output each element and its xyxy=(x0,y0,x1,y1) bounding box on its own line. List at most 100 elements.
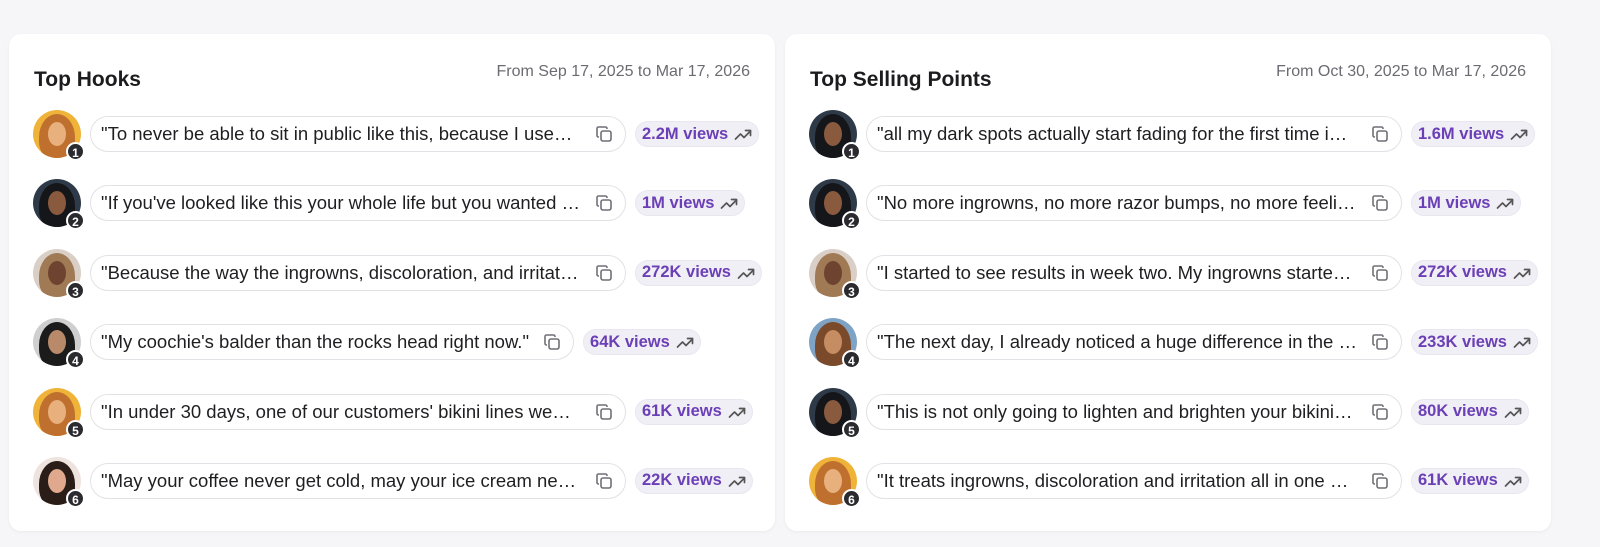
copy-icon[interactable] xyxy=(1369,470,1391,492)
views-count: 1M views xyxy=(642,193,715,212)
copy-icon[interactable] xyxy=(1369,192,1391,214)
copy-icon[interactable] xyxy=(593,123,615,145)
trending-up-icon xyxy=(737,266,755,280)
rank-badge: 3 xyxy=(66,280,85,300)
trending-up-icon xyxy=(1496,196,1514,210)
views-count: 272K views xyxy=(1418,263,1507,282)
quote-text: "In under 30 days, one of our customers'… xyxy=(101,400,581,422)
creator-avatar[interactable]: 5 xyxy=(33,387,85,439)
top-hooks-panel: Top Hooks From Sep 17, 2025 to Mar 17, 2… xyxy=(9,34,775,531)
copy-icon[interactable] xyxy=(593,470,615,492)
list-item: 5 "In under 30 days, one of our customers… xyxy=(33,387,753,439)
copy-icon[interactable] xyxy=(1369,331,1391,353)
copy-icon[interactable] xyxy=(593,262,615,284)
copy-icon[interactable] xyxy=(1369,123,1391,145)
copy-icon[interactable] xyxy=(541,331,563,353)
quote-text: "May your coffee never get cold, may you… xyxy=(101,469,581,491)
creator-avatar[interactable]: 4 xyxy=(33,318,85,370)
views-badge[interactable]: 272K views xyxy=(1411,259,1538,286)
copy-icon[interactable] xyxy=(593,192,615,214)
creator-avatar[interactable]: 2 xyxy=(809,179,861,231)
creator-avatar[interactable]: 3 xyxy=(33,248,85,300)
quote-pill: "all my dark spots actually start fading… xyxy=(866,116,1402,152)
views-badge[interactable]: 1.6M views xyxy=(1411,121,1536,147)
views-count: 2.2M views xyxy=(642,124,729,143)
list-item: 4 "The next day, I already noticed a huge… xyxy=(809,318,1538,370)
hooks-list: 1 "To never be able to sit in public like… xyxy=(33,110,762,526)
views-badge[interactable]: 64K views xyxy=(583,329,701,356)
views-badge[interactable]: 61K views xyxy=(1411,467,1529,494)
trending-up-icon xyxy=(720,196,738,210)
views-badge[interactable]: 233K views xyxy=(1411,329,1538,356)
quote-pill: "The next day, I already noticed a huge … xyxy=(866,324,1402,361)
quote-pill: "No more ingrowns, no more razor bumps, … xyxy=(866,185,1402,222)
views-badge[interactable]: 80K views xyxy=(1411,398,1529,425)
views-count: 80K views xyxy=(1418,402,1498,421)
quote-pill: "It treats ingrowns, discoloration and i… xyxy=(866,462,1402,499)
list-item: 3 "Because the way the ingrowns, discolor… xyxy=(33,248,762,300)
creator-avatar[interactable]: 2 xyxy=(33,179,85,231)
list-item: 5 "This is not only going to lighten and … xyxy=(809,387,1529,439)
trending-up-icon xyxy=(1510,127,1528,141)
creator-avatar[interactable]: 4 xyxy=(809,318,861,370)
views-count: 64K views xyxy=(590,332,670,351)
quote-text: "No more ingrowns, no more razor bumps, … xyxy=(877,192,1357,214)
list-item: 1 "To never be able to sit in public like… xyxy=(33,110,760,161)
quote-text: "To never be able to sit in public like … xyxy=(101,123,581,144)
views-count: 1M views xyxy=(1418,193,1491,212)
rank-badge: 3 xyxy=(842,280,861,300)
quote-text: "all my dark spots actually start fading… xyxy=(877,123,1357,144)
trending-up-icon xyxy=(1504,474,1522,488)
rank-badge: 1 xyxy=(66,142,85,161)
date-range: From Oct 30, 2025 to Mar 17, 2026 xyxy=(1276,63,1526,80)
creator-avatar[interactable]: 5 xyxy=(809,387,861,439)
creator-avatar[interactable]: 6 xyxy=(809,456,861,508)
date-range: From Sep 17, 2025 to Mar 17, 2026 xyxy=(496,63,750,80)
rank-badge: 4 xyxy=(842,350,861,370)
views-count: 233K views xyxy=(1418,332,1507,351)
list-item: 2 "If you've looked like this your whole … xyxy=(33,179,750,231)
list-item: 6 "May your coffee never get cold, may yo… xyxy=(33,456,753,508)
copy-icon[interactable] xyxy=(593,401,615,423)
views-badge[interactable]: 1M views xyxy=(635,190,746,217)
trending-up-icon xyxy=(734,127,752,141)
quote-text: "My coochie's balder than the rocks head… xyxy=(101,331,530,353)
views-badge[interactable]: 22K views xyxy=(635,467,753,494)
views-badge[interactable]: 1M views xyxy=(1411,190,1522,217)
rank-badge: 6 xyxy=(66,488,85,508)
trending-up-icon xyxy=(676,335,694,349)
list-item: 4 "My coochie's balder than the rocks hea… xyxy=(33,318,750,370)
rank-badge: 5 xyxy=(842,419,861,439)
trending-up-icon xyxy=(1513,335,1531,349)
views-badge[interactable]: 2.2M views xyxy=(635,121,760,147)
quote-text: "It treats ingrowns, discoloration and i… xyxy=(877,469,1357,491)
views-badge[interactable]: 61K views xyxy=(635,398,753,425)
trending-up-icon xyxy=(728,474,746,488)
quote-pill: "To never be able to sit in public like … xyxy=(90,116,626,152)
views-count: 61K views xyxy=(1418,471,1498,490)
quote-text: "Because the way the ingrowns, discolora… xyxy=(101,261,581,283)
rank-badge: 1 xyxy=(842,142,861,161)
copy-icon[interactable] xyxy=(1369,401,1391,423)
panel-title: Top Hooks xyxy=(34,68,141,91)
rank-badge: 2 xyxy=(842,211,861,231)
quote-pill: "If you've looked like this your whole l… xyxy=(90,185,626,222)
creator-avatar[interactable]: 1 xyxy=(33,110,85,161)
copy-icon[interactable] xyxy=(1369,262,1391,284)
rank-badge: 4 xyxy=(66,350,85,370)
creator-avatar[interactable]: 1 xyxy=(809,110,861,161)
panel-title: Top Selling Points xyxy=(810,68,992,91)
creator-avatar[interactable]: 6 xyxy=(33,456,85,508)
views-count: 1.6M views xyxy=(1418,124,1505,143)
views-count: 61K views xyxy=(642,402,722,421)
rank-badge: 2 xyxy=(66,211,85,231)
list-item: 2 "No more ingrowns, no more razor bumps,… xyxy=(809,179,1526,231)
selling-points-list: 1 "all my dark spots actually start fadin… xyxy=(809,110,1538,526)
trending-up-icon xyxy=(1504,405,1522,419)
creator-avatar[interactable]: 3 xyxy=(809,248,861,300)
quote-text: "I started to see results in week two. M… xyxy=(877,261,1357,283)
views-count: 22K views xyxy=(642,471,722,490)
views-badge[interactable]: 272K views xyxy=(635,259,762,286)
trending-up-icon xyxy=(1513,266,1531,280)
quote-pill: "Because the way the ingrowns, discolora… xyxy=(90,254,626,291)
